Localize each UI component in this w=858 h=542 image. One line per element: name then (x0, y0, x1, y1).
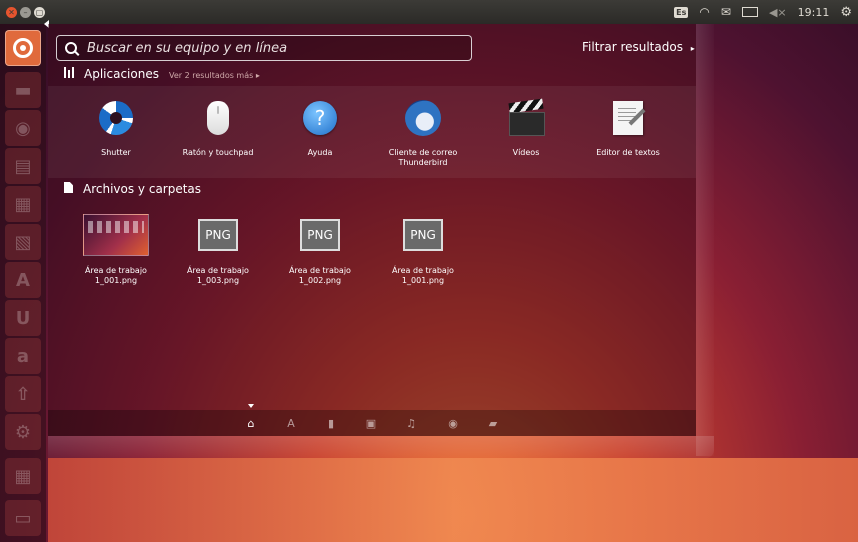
app-tile-shutter[interactable]: Shutter (66, 98, 166, 158)
top-panel: ✕ – ▢ Es ◠ ✉ ◀× 19:11 ⚙ (0, 0, 858, 24)
more-results-link[interactable]: Ver 2 resultados más ▸ (169, 71, 260, 80)
close-button[interactable]: ✕ (6, 6, 17, 18)
file-tile[interactable]: PNG Área de trabajo 1_001.png (373, 214, 473, 286)
indicator-area: Es ◠ ✉ ◀× 19:11 ⚙ (674, 0, 852, 24)
app-label: Vídeos (512, 148, 540, 157)
launcher-amazon-icon[interactable]: a (5, 338, 41, 374)
file-label: Área de trabajo 1_003.png (187, 266, 249, 285)
gear-icon[interactable]: ⚙ (840, 5, 852, 20)
launcher-files-icon[interactable]: ▬ (5, 72, 41, 108)
battery-icon[interactable] (741, 7, 758, 17)
launcher-updates-icon[interactable]: ⇧ (5, 376, 41, 412)
applications-category-icon (64, 67, 74, 78)
launcher: ▬ ◉ ▤ ▦ ▧ A U a ⇧ ⚙ ▦ ▭ (0, 24, 46, 542)
app-label: Ratón y touchpad (182, 148, 254, 157)
mail-icon[interactable]: ✉ (721, 5, 731, 19)
launcher-calc-icon[interactable]: ▦ (5, 186, 41, 222)
app-label: Shutter (101, 148, 131, 157)
dash-border-bottom (48, 436, 714, 458)
clock[interactable]: 19:11 (798, 6, 830, 19)
file-tile[interactable]: Área de trabajo 1_001.png (66, 214, 166, 286)
png-file-icon: PNG (300, 219, 340, 251)
shutter-icon (99, 101, 133, 135)
applications-title: Aplicaciones (84, 67, 159, 81)
app-label: Cliente de correo Thunderbird (388, 148, 458, 167)
mouse-icon (207, 101, 229, 135)
filter-results-button[interactable]: Filtrar resultados ▸ (582, 40, 695, 54)
wifi-icon[interactable]: ◠ (699, 5, 709, 19)
window-controls: ✕ – ▢ (3, 6, 45, 18)
launcher-software-center-icon[interactable]: A (5, 262, 41, 298)
search-icon (65, 42, 77, 54)
dash-home-button[interactable] (5, 30, 41, 66)
screenshot-thumbnail (83, 214, 149, 256)
launcher-browser-icon[interactable]: ◉ (5, 110, 41, 146)
keyboard-layout-indicator[interactable]: Es (674, 6, 689, 18)
lens-bar: ⌂ A ▮ ▣ ♫ ◉ ▰ (48, 410, 696, 436)
file-tile[interactable]: PNG Área de trabajo 1_003.png (168, 214, 268, 286)
app-tile-thunderbird[interactable]: Cliente de correo Thunderbird (373, 98, 473, 168)
filter-results-label: Filtrar resultados (582, 40, 683, 54)
chevron-right-icon: ▸ (690, 44, 695, 53)
social-lens-icon[interactable]: ▰ (486, 416, 500, 430)
app-label: Ayuda (307, 148, 333, 157)
files-section-header[interactable]: Archivos y carpetas (64, 182, 201, 196)
desktop-wallpaper (48, 458, 858, 542)
applications-lens-icon[interactable]: A (284, 416, 298, 430)
files-title: Archivos y carpetas (83, 182, 202, 196)
search-input[interactable] (85, 39, 471, 57)
launcher-settings-icon[interactable]: ⚙ (5, 414, 41, 450)
png-file-icon: PNG (403, 219, 443, 251)
files-lens-icon[interactable]: ▮ (324, 416, 338, 430)
ubuntu-logo-icon (13, 38, 33, 58)
video-lens-icon[interactable]: ▣ (364, 416, 378, 430)
volume-icon[interactable]: ◀× (769, 6, 787, 19)
photo-lens-icon[interactable]: ◉ (446, 416, 460, 430)
file-label: Área de trabajo 1_002.png (289, 266, 351, 285)
applications-section-header[interactable]: Aplicaciones Ver 2 resultados más ▸ (64, 67, 260, 81)
dash-border (696, 24, 714, 456)
minimize-button[interactable]: – (20, 6, 31, 18)
music-lens-icon[interactable]: ♫ (404, 416, 418, 430)
app-tile-text-editor[interactable]: Editor de textos (578, 98, 678, 158)
app-tile-mouse-touchpad[interactable]: Ratón y touchpad (168, 98, 268, 158)
active-lens-indicator (248, 404, 254, 408)
launcher-workspaces-icon[interactable]: ▦ (5, 458, 41, 494)
videos-icon (507, 98, 545, 136)
maximize-button[interactable]: ▢ (34, 6, 45, 18)
file-label: Área de trabajo 1_001.png (85, 266, 147, 285)
home-lens-icon[interactable]: ⌂ (244, 416, 258, 430)
launcher-impress-icon[interactable]: ▧ (5, 224, 41, 260)
app-tile-videos[interactable]: Vídeos (476, 98, 576, 158)
png-file-icon: PNG (198, 219, 238, 251)
launcher-writer-icon[interactable]: ▤ (5, 148, 41, 184)
search-box[interactable] (56, 35, 472, 61)
file-label: Área de trabajo 1_001.png (392, 266, 454, 285)
launcher-trash-icon[interactable]: ▭ (5, 500, 41, 536)
help-icon: ? (303, 101, 337, 135)
launcher-ubuntu-one-icon[interactable]: U (5, 300, 41, 336)
file-category-icon (64, 182, 73, 193)
app-tile-help[interactable]: ? Ayuda (270, 98, 370, 158)
text-editor-icon (613, 101, 643, 135)
app-label: Editor de textos (596, 148, 660, 157)
thunderbird-icon (405, 100, 441, 136)
file-tile[interactable]: PNG Área de trabajo 1_002.png (270, 214, 370, 286)
